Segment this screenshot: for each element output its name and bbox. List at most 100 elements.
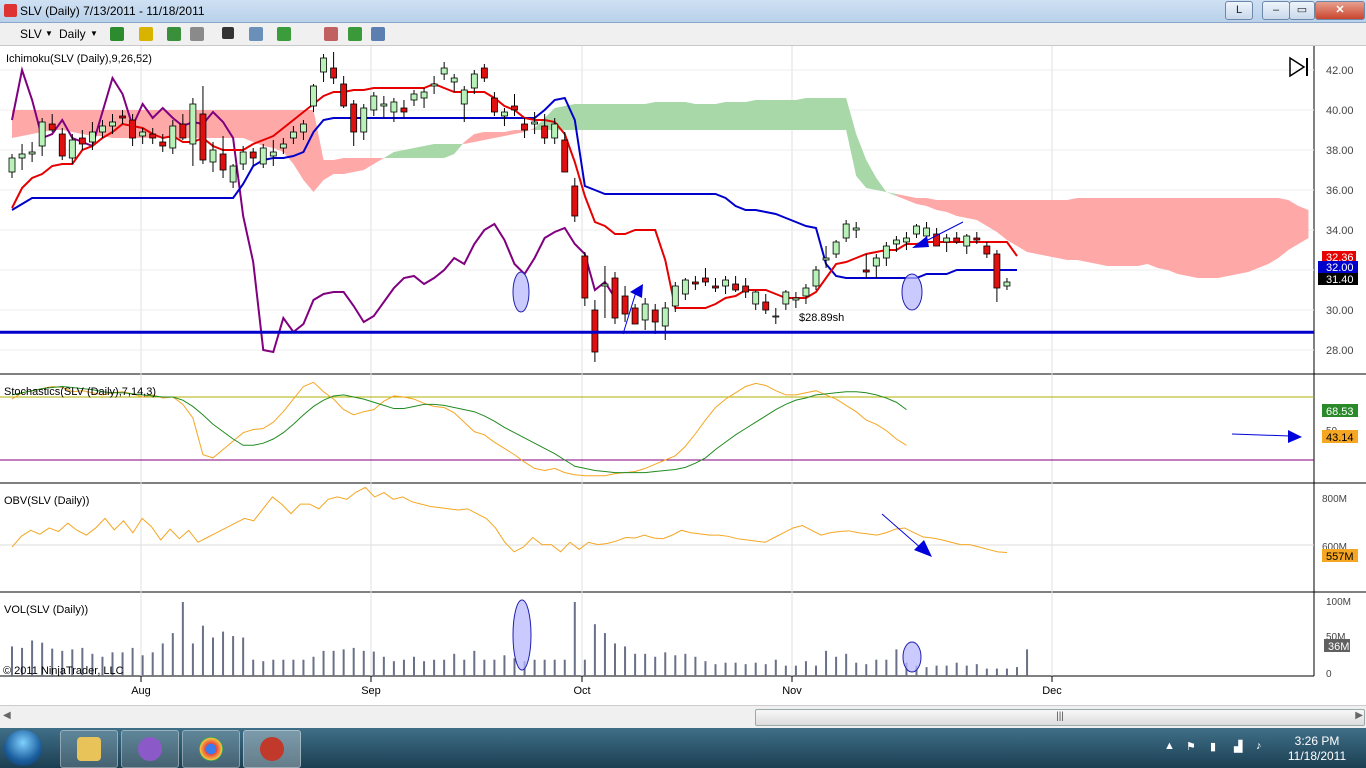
obv-tick: 800M	[1322, 494, 1347, 505]
annotation-arrowhead	[914, 540, 932, 557]
up-candle	[782, 291, 790, 305]
up-candle	[99, 125, 106, 133]
device-icon[interactable]: ▮	[1210, 740, 1216, 753]
network-icon[interactable]: ▟	[1234, 740, 1242, 753]
price-axis: 42.00 40.00 38.00 36.00 34.00 32.00 30.00 28.00	[1326, 65, 1354, 357]
up-candle	[450, 77, 458, 83]
ninjatrader-icon	[260, 737, 284, 761]
scroll-left-icon[interactable]: ◀	[3, 710, 11, 721]
up-candle	[8, 157, 16, 173]
instrument-selector[interactable]: SLV	[20, 26, 42, 42]
up-candle	[963, 235, 971, 247]
explorer-taskbar-button[interactable]	[60, 730, 118, 768]
up-candle	[893, 239, 900, 245]
down-candle	[58, 133, 66, 157]
scroll-right-icon[interactable]: ▶	[1355, 710, 1363, 721]
data-box-icon[interactable]	[371, 27, 385, 41]
down-candle	[611, 277, 619, 319]
magnifier-icon[interactable]	[249, 27, 263, 41]
up-candle	[531, 121, 538, 125]
chrome-taskbar-button[interactable]	[182, 730, 240, 768]
up-candle	[279, 143, 287, 149]
scrollbar-thumb[interactable]: |||	[755, 709, 1365, 726]
app-taskbar-button[interactable]	[121, 730, 179, 768]
down-candle	[651, 309, 659, 323]
volume-label: VOL(SLV (Daily))	[4, 604, 88, 616]
price-tick: 42.00	[1326, 65, 1354, 77]
down-candle	[581, 255, 589, 299]
up-candle	[792, 297, 800, 301]
folder-icon	[77, 737, 101, 761]
down-candle	[631, 307, 639, 325]
down-candle	[219, 153, 227, 171]
down-candle	[953, 237, 961, 243]
last-price-badge-text: 31.40	[1326, 274, 1354, 286]
up-candle	[209, 149, 217, 163]
chart-toolbar: SLV ▼ Daily ▼	[0, 23, 1366, 46]
up-candle	[903, 237, 910, 243]
up-candle	[842, 223, 850, 239]
up-candle	[440, 67, 448, 75]
up-candle	[551, 123, 559, 139]
down-candle	[621, 295, 629, 315]
up-candle	[923, 227, 930, 237]
down-candle	[129, 119, 137, 139]
interval-selector[interactable]: Daily	[59, 26, 86, 42]
up-candle	[832, 241, 840, 255]
volume-tick: 100M	[1326, 597, 1351, 608]
maximize-button[interactable]: ▭	[1289, 1, 1315, 20]
up-candle	[460, 89, 468, 105]
down-candle	[330, 67, 338, 79]
start-button[interactable]	[4, 730, 42, 766]
up-candle	[390, 101, 398, 113]
chart-svg: $28.89sh 42.0040.0038.0036.0034.0032.003…	[0, 46, 1366, 697]
media-icon	[138, 737, 162, 761]
down-candle	[480, 67, 488, 79]
stoch-d-badge-text: 68.53	[1326, 406, 1354, 418]
strategies-icon[interactable]	[324, 27, 338, 41]
up-candle	[360, 107, 368, 133]
system-clock[interactable]: 3:26 PM 11/18/2011	[1276, 734, 1358, 764]
down-candle	[702, 277, 709, 283]
up-candle	[913, 225, 920, 235]
down-candle	[119, 115, 126, 119]
highlight-ellipse	[902, 641, 922, 673]
support-label: $28.89sh	[799, 312, 844, 324]
x-tick-label: Nov	[782, 685, 802, 697]
up-candle	[239, 151, 247, 165]
price-tick: 38.00	[1326, 145, 1354, 157]
chart-area[interactable]: $28.89sh 42.0040.0038.0036.0034.0032.003…	[0, 46, 1366, 705]
x-tick-label: Oct	[573, 685, 590, 697]
drawing-tool-icon[interactable]	[139, 27, 153, 41]
down-candle	[179, 123, 187, 139]
up-candle	[289, 131, 297, 139]
up-candle	[1003, 281, 1011, 287]
up-candle	[822, 257, 830, 261]
crosshair-icon[interactable]	[222, 27, 234, 39]
up-candle	[370, 95, 378, 111]
down-candle	[340, 83, 348, 107]
zoom-in-icon[interactable]	[167, 27, 181, 41]
chart-style-icon[interactable]	[110, 27, 124, 41]
up-candle	[109, 121, 116, 127]
chart-trader-icon[interactable]	[348, 27, 362, 41]
down-candle	[149, 133, 157, 139]
x-tick-label: Dec	[1042, 685, 1062, 697]
indicators-icon[interactable]	[277, 27, 291, 41]
annotation-arrow	[1231, 433, 1291, 437]
link-button[interactable]: L	[1225, 1, 1253, 20]
minimize-button[interactable]: –	[1262, 1, 1290, 20]
highlight-ellipse	[901, 273, 923, 311]
ninjatrader-taskbar-button[interactable]	[243, 730, 301, 768]
zoom-out-icon[interactable]	[190, 27, 204, 41]
flag-icon[interactable]: ⚑	[1186, 740, 1196, 753]
close-button[interactable]: ✕	[1315, 1, 1365, 20]
volume-icon[interactable]: ♪	[1256, 740, 1262, 752]
instrument-dropdown-icon[interactable]: ▼	[45, 26, 53, 42]
down-candle	[400, 107, 408, 113]
show-hidden-icons-icon[interactable]: ▲	[1164, 740, 1175, 752]
up-candle	[722, 279, 729, 287]
horizontal-scrollbar[interactable]: ◀ ||| ▶	[0, 705, 1366, 728]
up-candle	[601, 283, 609, 287]
interval-dropdown-icon[interactable]: ▼	[90, 26, 98, 42]
